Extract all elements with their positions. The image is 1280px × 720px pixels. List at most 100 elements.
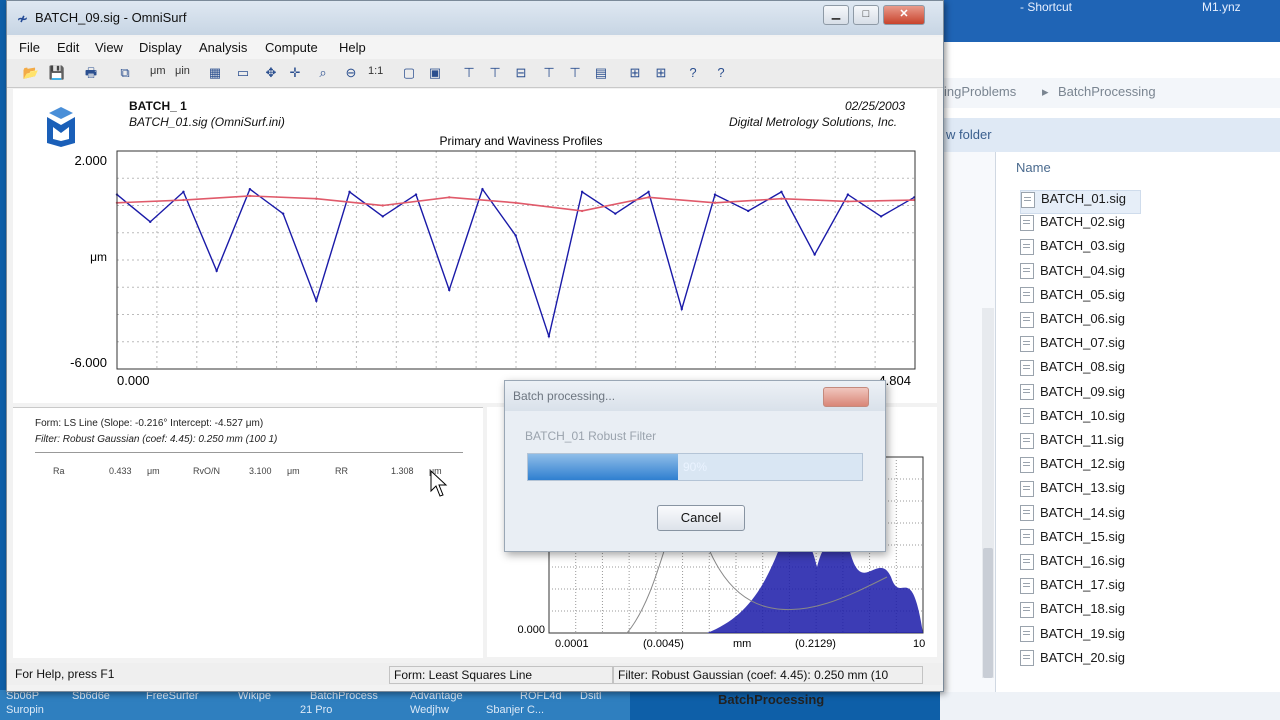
batch2-icon[interactable]: ⊞ xyxy=(651,63,671,83)
file-name: BATCH_05.sig xyxy=(1040,286,1126,302)
filter2-icon[interactable]: ⊤ xyxy=(485,63,505,83)
file-name: BATCH_14.sig xyxy=(1040,504,1126,520)
file-item[interactable]: BATCH_01.sig xyxy=(1020,190,1142,214)
filter3-icon[interactable]: ⊟ xyxy=(511,63,531,83)
document-icon xyxy=(1020,650,1034,667)
file-item[interactable]: BATCH_18.sig xyxy=(1020,601,1125,623)
file-item[interactable]: BATCH_13.sig xyxy=(1020,480,1125,502)
file-name: BATCH_13.sig xyxy=(1040,480,1126,496)
file-item[interactable]: BATCH_20.sig xyxy=(1020,650,1125,672)
document-icon xyxy=(1021,191,1035,208)
file-item[interactable]: BATCH_07.sig xyxy=(1020,335,1125,357)
document-icon xyxy=(1020,626,1034,643)
taskbar-item[interactable]: Suropin xyxy=(6,704,44,716)
file-item[interactable]: BATCH_04.sig xyxy=(1020,263,1125,285)
crosshair-icon[interactable]: ✛ xyxy=(285,63,305,83)
file-item[interactable]: BATCH_16.sig xyxy=(1020,553,1125,575)
copy-icon[interactable]: ⧉ xyxy=(115,63,135,83)
file-item[interactable]: BATCH_12.sig xyxy=(1020,456,1125,478)
unit-uin-button[interactable]: μin xyxy=(175,65,190,77)
file-item[interactable]: BATCH_02.sig xyxy=(1020,214,1125,236)
minimize-button[interactable]: ▁ xyxy=(823,5,849,25)
cancel-button[interactable]: Cancel xyxy=(657,505,745,531)
file-item[interactable]: BATCH_08.sig xyxy=(1020,359,1125,381)
file-item[interactable]: BATCH_15.sig xyxy=(1020,529,1125,551)
nav-scroll-thumb[interactable] xyxy=(983,548,993,678)
document-icon xyxy=(1020,553,1034,570)
document-icon xyxy=(1020,432,1034,449)
file-item[interactable]: BATCH_03.sig xyxy=(1020,238,1125,260)
dialog-close-button[interactable] xyxy=(823,387,869,407)
file-item[interactable]: BATCH_06.sig xyxy=(1020,311,1125,333)
menu-view[interactable]: View xyxy=(95,40,123,55)
close-button[interactable]: ✕ xyxy=(883,5,925,25)
menu-display[interactable]: Display xyxy=(139,40,182,55)
file-item[interactable]: BATCH_05.sig xyxy=(1020,287,1125,309)
maximize-button[interactable]: □ xyxy=(853,5,879,25)
menu-compute[interactable]: Compute xyxy=(265,40,318,55)
document-icon xyxy=(1020,238,1034,255)
file-name: BATCH_16.sig xyxy=(1040,553,1126,568)
menu-file[interactable]: File xyxy=(19,40,40,55)
menu-edit[interactable]: Edit xyxy=(57,40,79,55)
open-icon[interactable]: 📂 xyxy=(21,63,41,83)
taskbar-item[interactable]: Wedjhw xyxy=(410,704,449,716)
image-icon[interactable]: ▣ xyxy=(425,63,445,83)
file-name: BATCH_18.sig xyxy=(1040,601,1126,617)
waviness-profile-point xyxy=(647,196,650,199)
file-item[interactable]: BATCH_14.sig xyxy=(1020,505,1125,527)
filter6-icon[interactable]: ▤ xyxy=(591,63,611,83)
primary-profile-point xyxy=(149,220,152,224)
taskbar-item[interactable]: Sbanjer C... xyxy=(486,704,544,716)
file-explorer-window: - Shortcut M1.ynz ingProblems ▸ BatchPro… xyxy=(718,0,1280,720)
filter4-icon[interactable]: ⊤ xyxy=(539,63,559,83)
menu-help[interactable]: Help xyxy=(339,40,366,55)
primary-profile-point xyxy=(481,187,484,191)
desktop-shortcut-label[interactable]: - Shortcut xyxy=(1020,0,1072,14)
document-icon xyxy=(1020,456,1034,473)
dialog-titlebar[interactable]: Batch processing... xyxy=(505,381,885,411)
chart-grid xyxy=(117,151,915,369)
unit-um-button[interactable]: μm xyxy=(150,65,166,77)
file-item[interactable]: BATCH_09.sig xyxy=(1020,384,1125,406)
file-name: BATCH_17.sig xyxy=(1040,577,1126,593)
file-item[interactable]: BATCH_17.sig xyxy=(1020,577,1125,599)
status-help: For Help, press F1 xyxy=(15,667,115,681)
file-item[interactable]: BATCH_10.sig xyxy=(1020,408,1125,430)
taskbar-item[interactable]: 21 Pro xyxy=(300,704,332,716)
folder-item-batchprocessing[interactable]: BatchProcessing xyxy=(718,692,824,707)
filter-icon[interactable]: ⊤ xyxy=(459,63,479,83)
column-header-name[interactable]: Name xyxy=(1016,160,1051,175)
document-icon xyxy=(1020,311,1034,328)
box-icon[interactable]: ▢ xyxy=(399,63,419,83)
frame-icon[interactable]: ▭ xyxy=(233,63,253,83)
zoom-out-icon[interactable]: ⊖ xyxy=(341,63,361,83)
print-icon[interactable]: 🖶 xyxy=(81,63,101,83)
primary-profile-point xyxy=(647,190,650,194)
x-min-label: 0.000 xyxy=(117,373,150,388)
window-titlebar[interactable]: ≁ BATCH_09.sig - OmniSurf ▁ □ ✕ xyxy=(7,1,943,35)
file-name: BATCH_19.sig xyxy=(1040,625,1126,641)
desktop-file-label[interactable]: M1.ynz xyxy=(1202,0,1241,14)
address-bar[interactable]: ingProblems ▸ BatchProcessing xyxy=(940,78,1280,108)
save-icon[interactable]: 💾 xyxy=(47,63,67,83)
grid-icon[interactable]: ▦ xyxy=(205,63,225,83)
nav-scrollbar[interactable] xyxy=(982,308,994,678)
help-icon[interactable]: ? xyxy=(683,63,703,83)
breadcrumb-current[interactable]: BatchProcessing xyxy=(1058,84,1156,99)
batch-processing-dialog: Batch processing... BATCH_01 Robust Filt… xyxy=(504,380,886,552)
file-name: BATCH_07.sig xyxy=(1040,335,1126,351)
file-item[interactable]: BATCH_11.sig xyxy=(1020,432,1124,454)
batch-icon[interactable]: ⊞ xyxy=(625,63,645,83)
new-folder-button[interactable]: w folder xyxy=(946,127,992,142)
file-item[interactable]: BATCH_19.sig xyxy=(1020,626,1125,648)
context-help-icon[interactable]: ? xyxy=(711,63,731,83)
menu-analysis[interactable]: Analysis xyxy=(199,40,247,55)
primary-profile-point xyxy=(580,190,584,194)
filter5-icon[interactable]: ⊤ xyxy=(565,63,585,83)
profile-chart[interactable]: Primary and Waviness Profiles 2.000 -6.0… xyxy=(13,89,937,403)
zoom-1to1-button[interactable]: 1:1 xyxy=(368,65,383,77)
pan-icon[interactable]: ✥ xyxy=(261,63,281,83)
breadcrumb-parent[interactable]: ingProblems xyxy=(944,84,1016,99)
zoom-icon[interactable]: ⌕ xyxy=(313,63,333,83)
